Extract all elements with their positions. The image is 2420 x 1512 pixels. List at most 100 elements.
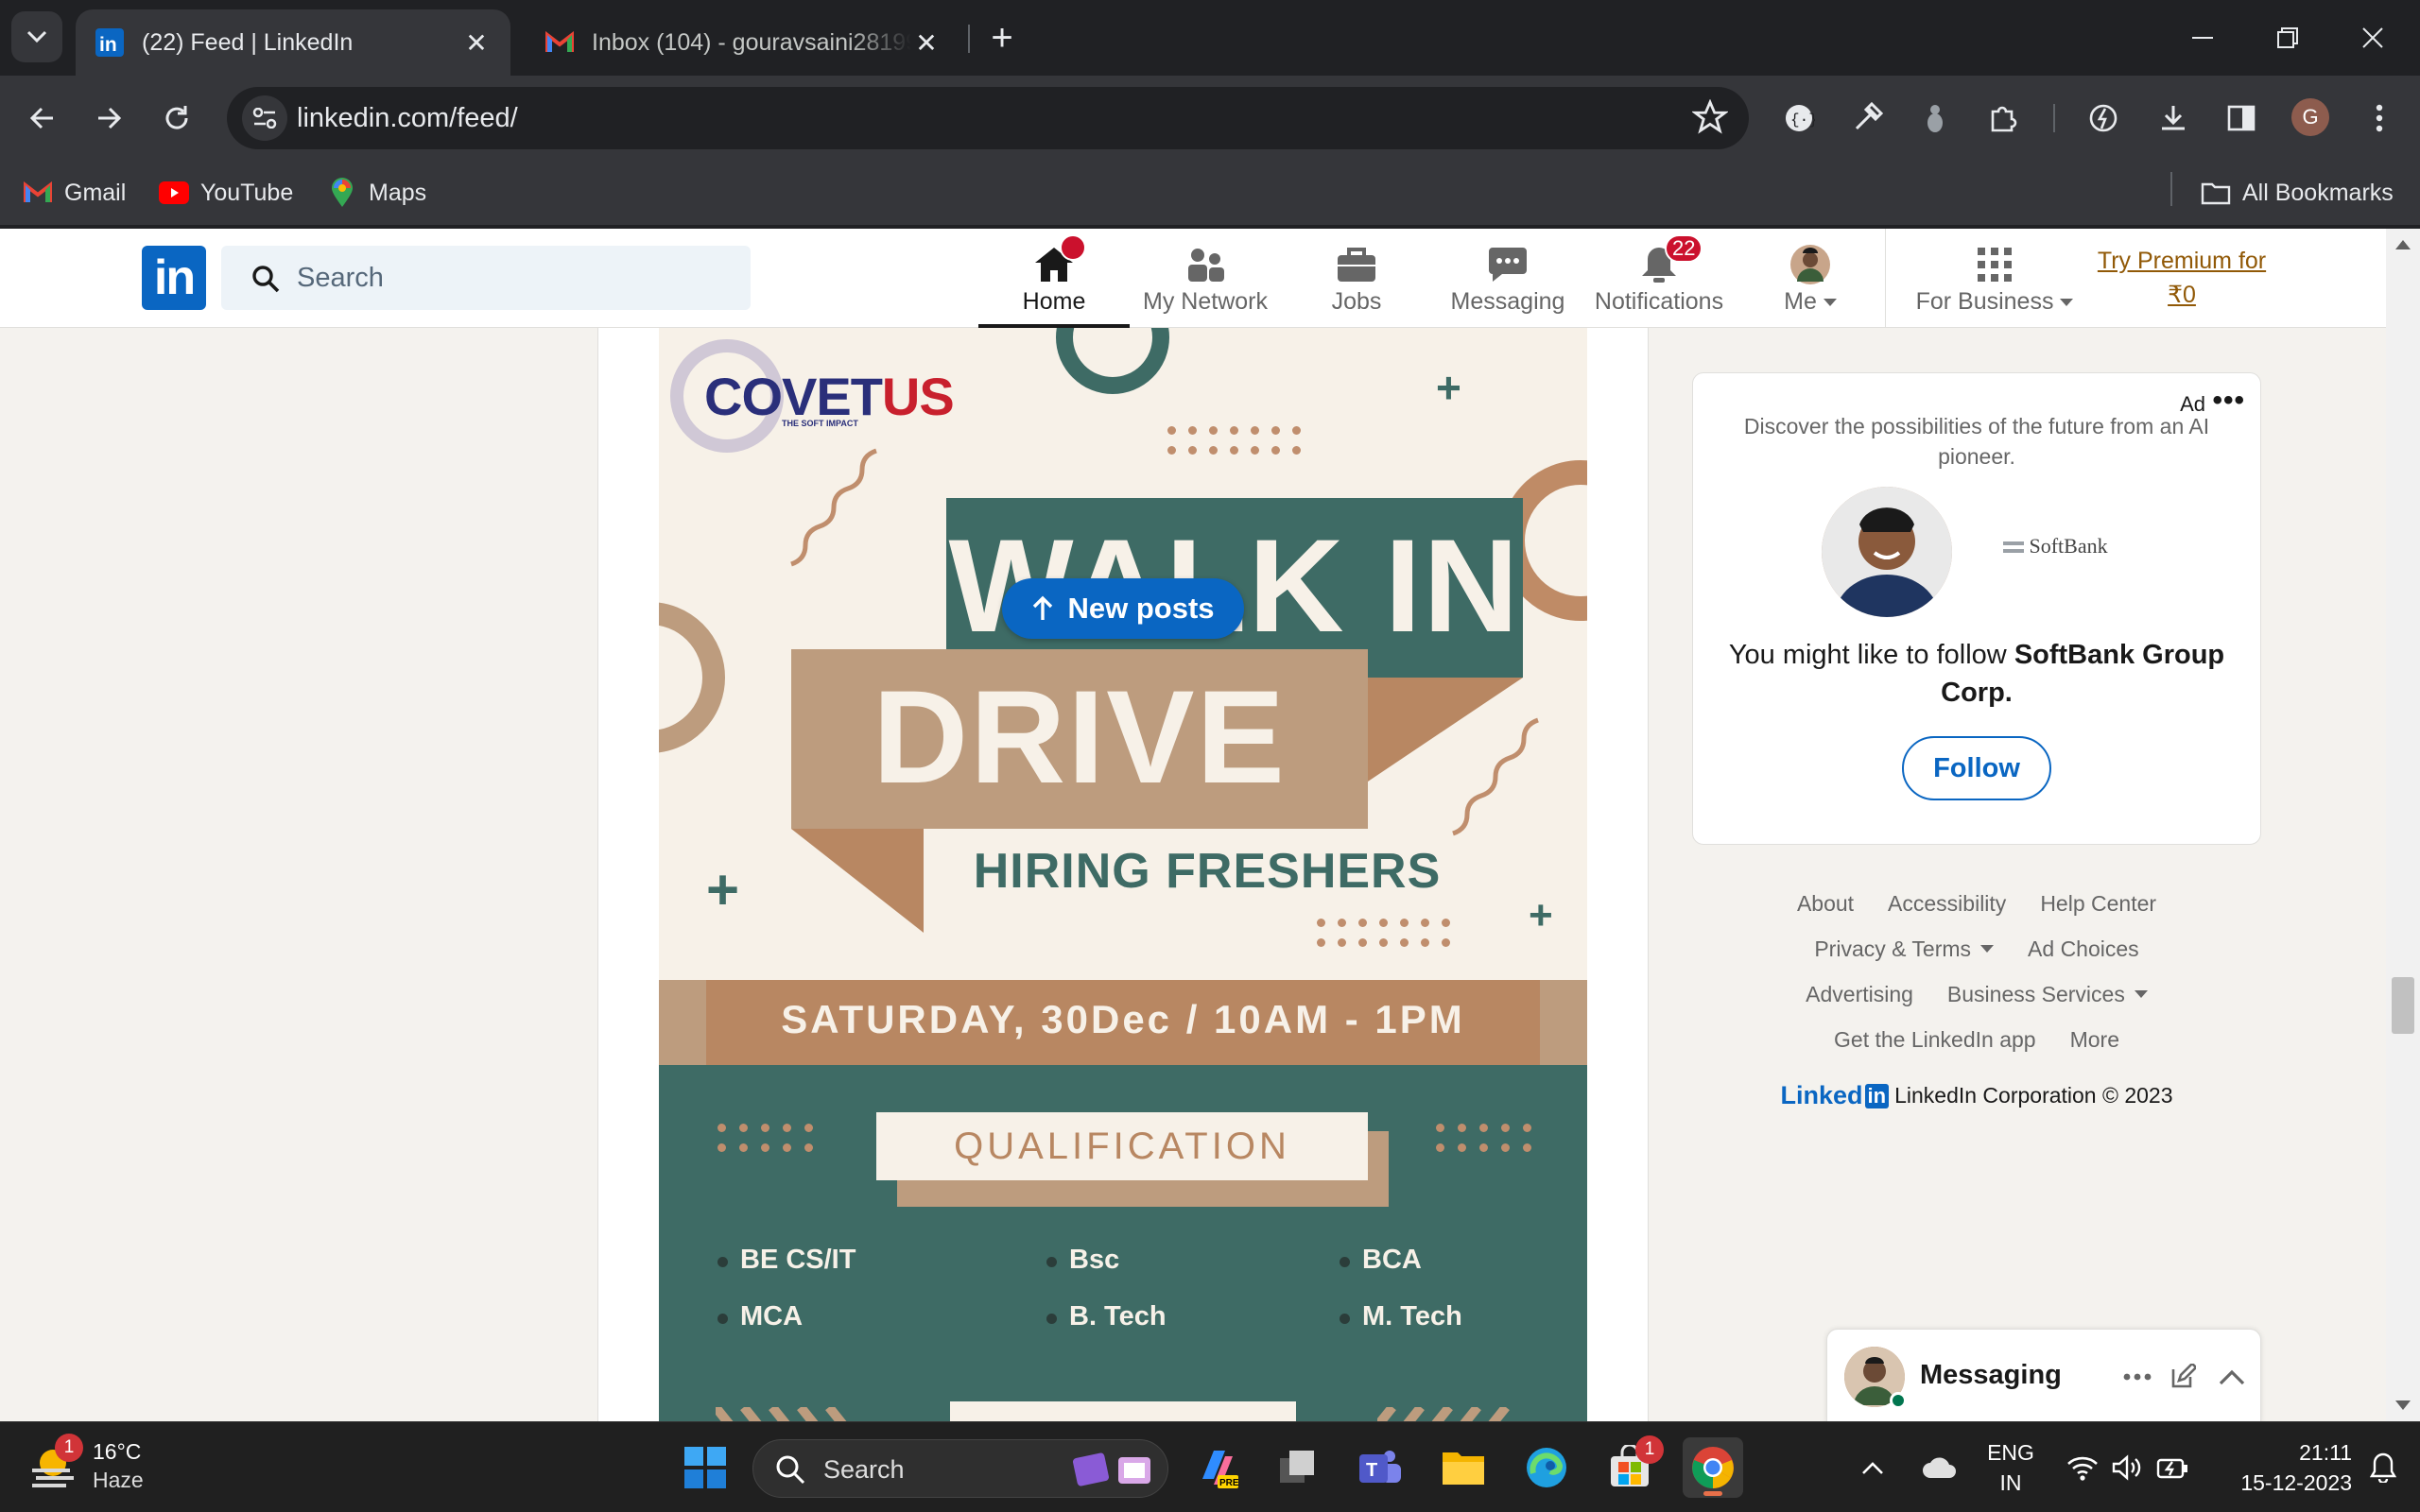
nav-my-network[interactable]: My Network <box>1130 229 1281 328</box>
edge-icon[interactable] <box>1516 1437 1577 1498</box>
nav-notifications[interactable]: 22 Notifications <box>1583 229 1735 328</box>
clock[interactable]: 21:11 15-12-2023 <box>2210 1437 2352 1498</box>
tab-search-button[interactable] <box>11 11 62 62</box>
footer-link-business-services[interactable]: Business Services <box>1947 982 2148 1007</box>
notification-bell-icon[interactable] <box>2360 1437 2407 1498</box>
online-status-dot <box>1890 1392 1907 1409</box>
bookmark-maps[interactable]: Maps <box>325 174 426 212</box>
kebab-menu-icon[interactable] <box>2358 96 2401 140</box>
decor-ribbon <box>791 829 924 933</box>
file-explorer-icon[interactable] <box>1433 1437 1494 1498</box>
show-hidden-icons-chevron-icon[interactable] <box>1849 1437 1896 1498</box>
scroll-down-arrow-icon[interactable] <box>2395 1400 2411 1410</box>
start-button[interactable] <box>675 1437 735 1498</box>
extension-icon[interactable] <box>1913 96 1957 140</box>
linkedin-wordmark: Linked in <box>1781 1081 1890 1110</box>
language-indicator[interactable]: ENG IN <box>1978 1437 2044 1498</box>
performance-icon[interactable] <box>2082 96 2125 140</box>
decor-dots <box>1436 1124 1531 1152</box>
new-posts-button[interactable]: New posts <box>1002 578 1244 639</box>
ad-card: Ad ••• Discover the possibilities of the… <box>1692 372 2261 845</box>
tab-gmail-inbox[interactable]: Inbox (104) - gouravsaini28199 ✕ <box>526 9 960 76</box>
footer-link-ad-choices[interactable]: Ad Choices <box>2028 936 2139 962</box>
extension-icon[interactable]: {·} <box>1777 96 1821 140</box>
event-date-time: SATURDAY, 30Dec / 10AM - 1PM <box>781 997 1465 1041</box>
back-icon[interactable] <box>19 94 66 142</box>
taskbar-search[interactable]: Search <box>752 1439 1168 1498</box>
footer-link-about[interactable]: About <box>1797 891 1854 917</box>
bookmark-gmail[interactable]: Gmail <box>21 174 126 212</box>
restore-icon[interactable] <box>2259 9 2316 66</box>
copyright: Linked in LinkedIn Corporation © 2023 <box>1692 1081 2261 1110</box>
svg-text:PRE: PRE <box>1219 1478 1239 1488</box>
teams-icon[interactable]: T <box>1350 1437 1410 1498</box>
tab-linkedin-feed[interactable]: in (22) Feed | LinkedIn ✕ <box>76 9 510 76</box>
caret-down-icon <box>1980 945 1995 953</box>
decor-plus: + <box>1436 363 1461 412</box>
more-options-icon[interactable] <box>2117 1356 2158 1398</box>
close-window-icon[interactable] <box>2344 9 2401 66</box>
bookmark-youtube[interactable]: YouTube <box>157 174 293 212</box>
url-text[interactable]: linkedin.com/feed/ <box>297 103 518 134</box>
linkedin-logo[interactable]: in <box>142 246 206 310</box>
side-panel-icon[interactable] <box>2220 96 2263 140</box>
footer-link-accessibility[interactable]: Accessibility <box>1888 891 2006 917</box>
close-tab-icon[interactable]: ✕ <box>461 27 492 58</box>
footer-link-advertising[interactable]: Advertising <box>1806 982 1913 1007</box>
post-image[interactable]: + + + COVETUS THE SOFT IMPACT WALK IN DR… <box>659 328 1587 1421</box>
grid-icon <box>1968 238 2021 291</box>
task-view-icon[interactable] <box>1267 1437 1327 1498</box>
page-scrollbar[interactable] <box>2386 229 2420 1421</box>
try-premium-link[interactable]: Try Premium for ₹0 <box>2089 244 2274 312</box>
nav-jobs[interactable]: Jobs <box>1281 229 1432 328</box>
messaging-overlay[interactable]: Messaging <box>1826 1329 2261 1421</box>
decor-ribbon <box>1368 678 1523 782</box>
feed-column: + + + COVETUS THE SOFT IMPACT WALK IN DR… <box>597 328 1649 1421</box>
all-bookmarks-button[interactable]: All Bookmarks <box>2199 174 2394 212</box>
footer-link-more[interactable]: More <box>2070 1027 2119 1053</box>
nav-for-business[interactable]: For Business <box>1910 229 2080 328</box>
site-info-icon[interactable] <box>242 95 287 141</box>
footer-link-privacy[interactable]: Privacy & Terms <box>1814 936 1995 962</box>
bookmark-star-icon[interactable] <box>1690 98 1730 140</box>
reload-icon[interactable] <box>153 94 200 142</box>
browser-tab-strip: in (22) Feed | LinkedIn ✕ Inbox (104) - … <box>0 0 2420 76</box>
weather-widget[interactable]: 16°C Haze <box>28 1437 144 1494</box>
color-picker-icon[interactable] <box>1845 96 1889 140</box>
nav-home[interactable]: Home <box>978 229 1130 328</box>
profile-avatar[interactable]: G <box>2291 98 2329 136</box>
new-tab-plus-icon[interactable]: + <box>983 17 1021 59</box>
nav-label: Messaging <box>1450 288 1565 315</box>
onedrive-cloud-icon[interactable] <box>1913 1437 1966 1498</box>
volume-icon[interactable] <box>2104 1437 2152 1498</box>
battery-charging-icon[interactable] <box>2150 1437 2197 1498</box>
copilot-icon[interactable]: PRE <box>1187 1437 1248 1498</box>
qualification-title: QUALIFICATION <box>876 1112 1368 1180</box>
user-profile-photo <box>1822 487 1952 617</box>
footer-link-get-app[interactable]: Get the LinkedIn app <box>1834 1027 2036 1053</box>
puzzle-extensions-icon[interactable] <box>1981 96 2025 140</box>
download-icon[interactable] <box>2152 96 2195 140</box>
minimize-icon[interactable] <box>2174 9 2231 66</box>
caret-down-icon <box>1823 299 1837 307</box>
chrome-icon[interactable] <box>1683 1437 1743 1498</box>
address-bar[interactable]: linkedin.com/feed/ <box>227 87 1749 149</box>
forward-icon[interactable] <box>85 94 132 142</box>
bookmarks-separator <box>2170 172 2172 206</box>
close-tab-icon[interactable]: ✕ <box>911 27 942 58</box>
nav-me[interactable]: Me <box>1735 229 1886 328</box>
scroll-up-arrow-icon[interactable] <box>2395 240 2411 249</box>
wifi-icon[interactable] <box>2059 1437 2106 1498</box>
chat-icon <box>1481 238 1534 291</box>
nav-messaging[interactable]: Messaging <box>1432 229 1583 328</box>
svg-text:T: T <box>1366 1460 1377 1481</box>
follow-button[interactable]: Follow <box>1902 736 2051 800</box>
chevron-up-icon[interactable] <box>2211 1356 2253 1398</box>
nav-label: Jobs <box>1331 288 1382 315</box>
scrollbar-thumb[interactable] <box>2392 977 2414 1034</box>
compose-icon[interactable] <box>2162 1356 2204 1398</box>
messaging-title: Messaging <box>1920 1360 2062 1390</box>
search-input[interactable]: Search <box>221 246 751 310</box>
browser-toolbar: linkedin.com/feed/ {·} G <box>0 76 2420 161</box>
footer-link-help-center[interactable]: Help Center <box>2040 891 2156 917</box>
